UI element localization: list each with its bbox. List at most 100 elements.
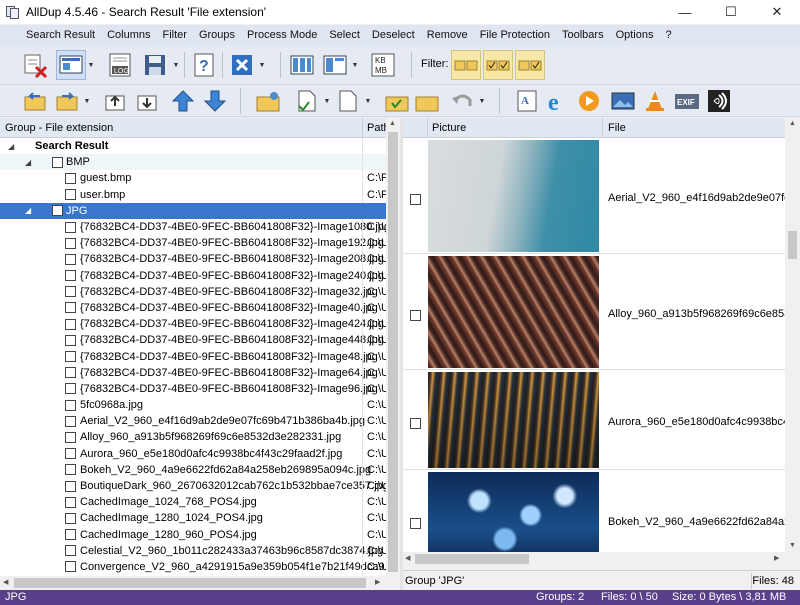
thumbnail-image[interactable] — [428, 372, 599, 468]
left-horizontal-scrollbar[interactable]: ◀ ▶ — [0, 576, 386, 590]
right-vertical-scrollbar[interactable]: ▲ ▼ — [785, 118, 800, 554]
collapse-arrow-icon[interactable]: ◢ — [25, 206, 31, 215]
preview-checkbox[interactable] — [410, 194, 421, 205]
row-checkbox[interactable] — [65, 545, 76, 557]
thumbnail-image[interactable] — [428, 256, 599, 368]
group-column-title[interactable]: Group - File extension — [5, 122, 113, 134]
tree-file-row[interactable]: Bokeh_V2_960_4a9e6622fd62a84a258eb269895… — [0, 461, 386, 478]
row-checkbox[interactable] — [65, 480, 76, 492]
media-player-icon[interactable] — [574, 86, 604, 116]
uncheck-document-icon[interactable] — [333, 86, 363, 116]
wordpad-icon[interactable]: A — [512, 86, 542, 116]
tree-file-row[interactable]: CachedImage_1280_1024_POS4.jpg C:\U — [0, 510, 386, 527]
tree-file-row[interactable]: Convergence_V2_960_a4291915a9e359b054f1e… — [0, 558, 386, 576]
menu-item[interactable]: Filter — [157, 29, 193, 41]
tree-file-row[interactable]: {76832BC4-DD37-4BE0-9FEC-BB6041808F32}-I… — [0, 364, 386, 381]
row-checkbox[interactable] — [52, 205, 63, 217]
preview-checkbox[interactable] — [410, 518, 421, 529]
undo-dropdown-arrow[interactable]: ▼ — [478, 86, 486, 116]
tree-file-row[interactable]: Aurora_960_e5e180d0afc4c9938bc4f43c29faa… — [0, 445, 386, 462]
menu-item[interactable]: Groups — [193, 29, 241, 41]
internet-explorer-icon[interactable]: e — [544, 86, 574, 116]
tree-file-row[interactable]: BoutiqueDark_960_2670632012cab762c1b532b… — [0, 477, 386, 495]
thumbnail-image[interactable] — [428, 140, 599, 252]
row-checkbox[interactable] — [65, 270, 76, 282]
thumbnail-image[interactable] — [428, 472, 599, 552]
row-checkbox[interactable] — [65, 399, 76, 411]
undo-icon[interactable] — [447, 86, 477, 116]
tree-file-row[interactable]: guest.bmp C:\P — [0, 170, 386, 187]
minimize-button[interactable]: — — [662, 0, 708, 24]
image-viewer-icon[interactable] — [608, 86, 638, 116]
check-document-icon[interactable] — [292, 86, 322, 116]
tree-file-row[interactable]: Alloy_960_a913b5f968269f69c6e8532d3e2823… — [0, 429, 386, 446]
row-checkbox[interactable] — [65, 496, 76, 508]
audio-icon[interactable] — [704, 86, 734, 116]
menu-item[interactable]: Deselect — [366, 29, 421, 41]
row-checkbox[interactable] — [65, 464, 76, 476]
menu-item[interactable]: Process Mode — [241, 29, 323, 41]
preview-row[interactable]: Bokeh_V2_960_4a9e6622fd62a84a258eb — [403, 470, 785, 552]
row-checkbox[interactable] — [65, 512, 76, 524]
tree-file-row[interactable]: {76832BC4-DD37-4BE0-9FEC-BB6041808F32}-I… — [0, 251, 386, 268]
preview-dropdown-arrow[interactable]: ▼ — [87, 50, 95, 80]
menu-item[interactable]: Remove — [421, 29, 474, 41]
log-icon[interactable]: LOG — [105, 50, 135, 80]
tree-file-row[interactable]: Celestial_V2_960_1b011c282433a37463b96c8… — [0, 542, 386, 559]
remove-icon[interactable] — [227, 50, 257, 80]
uncheck-dropdown-arrow[interactable]: ▼ — [364, 86, 372, 116]
row-checkbox[interactable] — [65, 431, 76, 443]
menu-item[interactable]: Search Result — [20, 29, 101, 41]
tree-file-row[interactable]: 5fc0968a.jpg C:\U — [0, 397, 386, 414]
save-icon[interactable] — [140, 50, 170, 80]
preview-view-icon[interactable] — [56, 50, 86, 80]
tree-group-row[interactable]: ◢ JPG — [0, 202, 386, 219]
tree-file-row[interactable]: {76832BC4-DD37-4BE0-9FEC-BB6041808F32}-I… — [0, 235, 386, 252]
menu-item[interactable]: Columns — [101, 29, 156, 41]
row-checkbox[interactable] — [65, 415, 76, 427]
folder-check-icon[interactable] — [382, 86, 412, 116]
tree-file-row[interactable]: {76832BC4-DD37-4BE0-9FEC-BB6041808F32}-I… — [0, 316, 386, 333]
row-checkbox[interactable] — [52, 156, 63, 168]
arrow-down-icon[interactable] — [200, 86, 230, 116]
arrow-up-icon[interactable] — [168, 86, 198, 116]
move-dropdown-arrow[interactable]: ▼ — [83, 86, 91, 116]
filter-checked-icon[interactable] — [483, 50, 513, 80]
row-checkbox[interactable] — [65, 253, 76, 265]
menu-item[interactable]: File Protection — [474, 29, 556, 41]
row-checkbox[interactable] — [65, 383, 76, 395]
preview-row[interactable]: Alloy_960_a913b5f968269f69c6e8532d3e — [403, 254, 785, 370]
tree-file-row[interactable]: {76832BC4-DD37-4BE0-9FEC-BB6041808F32}-I… — [0, 332, 386, 349]
vlc-icon[interactable] — [640, 86, 670, 116]
preview-checkbox[interactable] — [410, 310, 421, 321]
tree-group-row[interactable]: ◢ Search Result — [0, 138, 386, 155]
row-checkbox[interactable] — [65, 334, 76, 346]
arrow-right-folder-icon[interactable] — [52, 86, 82, 116]
maximize-button[interactable]: ☐ — [708, 0, 754, 24]
row-checkbox[interactable] — [65, 561, 76, 573]
tree-file-row[interactable]: {76832BC4-DD37-4BE0-9FEC-BB6041808F32}-I… — [0, 267, 386, 284]
collapse-arrow-icon[interactable]: ◢ — [8, 142, 14, 151]
row-checkbox[interactable] — [65, 237, 76, 249]
row-checkbox[interactable] — [65, 302, 76, 314]
remove-dropdown-arrow[interactable]: ▼ — [258, 50, 266, 80]
folder-icon[interactable] — [412, 86, 442, 116]
tree-file-row[interactable]: CachedImage_1280_960_POS4.jpg C:\U — [0, 526, 386, 543]
collapse-arrow-icon[interactable]: ◢ — [25, 158, 31, 167]
columns-layout-icon[interactable] — [287, 50, 317, 80]
row-checkbox[interactable] — [65, 448, 76, 460]
picture-column-title[interactable]: Picture — [432, 122, 466, 134]
delete-files-icon[interactable] — [20, 50, 50, 80]
row-checkbox[interactable] — [65, 318, 76, 330]
filter-folders-icon[interactable] — [451, 50, 481, 80]
kb-mb-icon[interactable]: KB MB — [368, 50, 398, 80]
left-vertical-scrollbar[interactable]: ▲ — [386, 118, 400, 576]
tree-file-row[interactable]: {76832BC4-DD37-4BE0-9FEC-BB6041808F32}-I… — [0, 283, 386, 300]
row-checkbox[interactable] — [65, 172, 76, 184]
tree-file-row[interactable]: Aerial_V2_960_e4f16d9ab2de9e07fc69b471b3… — [0, 413, 386, 430]
check-dropdown-arrow[interactable]: ▼ — [323, 86, 331, 116]
help-icon[interactable]: ? — [189, 50, 219, 80]
tree-file-row[interactable]: {76832BC4-DD37-4BE0-9FEC-BB6041808F32}-I… — [0, 380, 386, 397]
column-settings-icon[interactable] — [320, 50, 350, 80]
row-checkbox[interactable] — [65, 529, 76, 541]
